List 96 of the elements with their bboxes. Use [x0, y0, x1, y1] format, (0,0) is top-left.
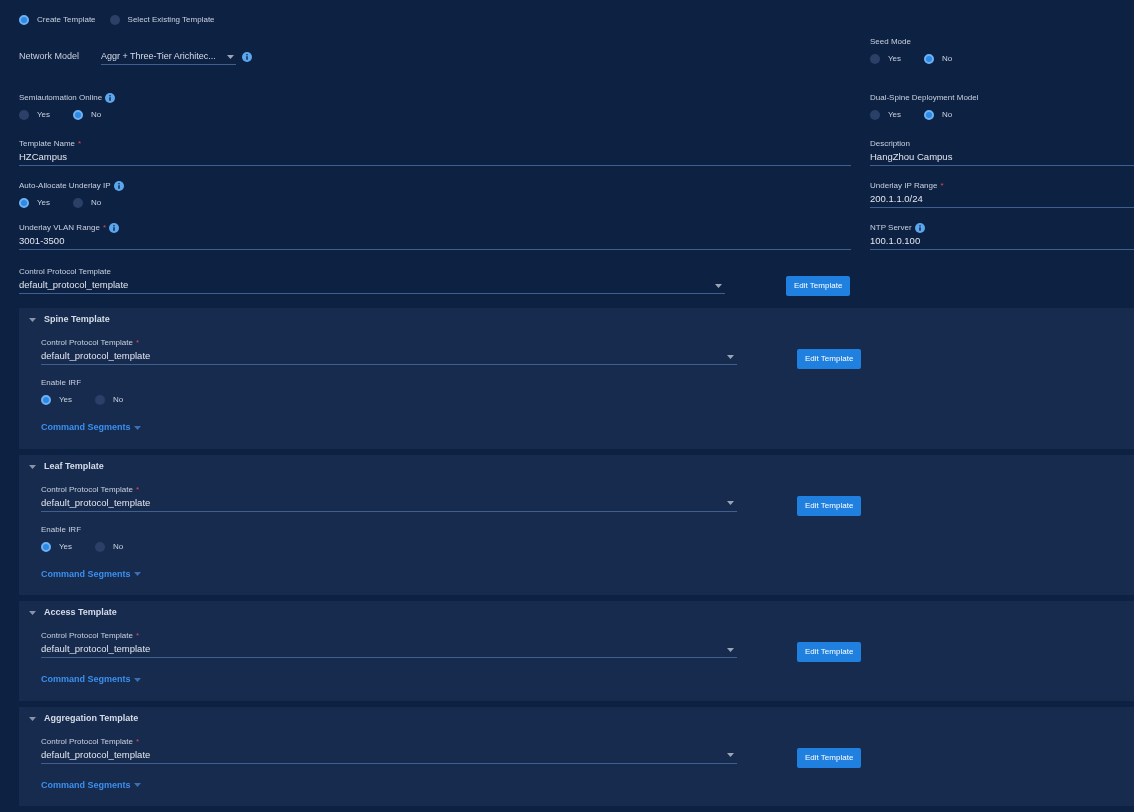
caret-icon — [133, 677, 141, 682]
required-mark: * — [102, 222, 107, 234]
radio-label: Yes — [59, 394, 73, 406]
text-field[interactable]: 100.1.0.100 — [870, 234, 1134, 250]
required-mark: * — [78, 138, 82, 150]
edit-template-button[interactable]: Edit Template — [797, 349, 862, 369]
field-label: Network Model — [19, 50, 81, 64]
dropdown-field[interactable]: default_protocol_template — [41, 747, 737, 764]
radio-label: No — [91, 197, 102, 209]
dropdown-value: Aggr + Three-Tier Arichitec... — [101, 49, 216, 63]
field-label: Control Protocol Template — [19, 266, 111, 278]
dropdown-value: default_protocol_template — [41, 642, 151, 657]
edit-template-button[interactable]: Edit Template — [797, 495, 862, 516]
caret-icon — [727, 501, 734, 505]
caret-icon[interactable] — [29, 611, 36, 615]
field-label: NTP Server — [870, 222, 912, 234]
radio-button[interactable] — [73, 198, 83, 208]
text-field[interactable]: 3001-3500 — [19, 234, 851, 250]
caret-icon — [133, 783, 141, 788]
required-mark: * — [135, 735, 140, 748]
radio-label: Yes — [888, 53, 902, 65]
dropdown-value: default_protocol_template — [41, 747, 151, 762]
section-title[interactable]: Access Template — [44, 606, 117, 620]
radio-button[interactable] — [19, 110, 29, 120]
caret-icon — [727, 354, 734, 359]
command-segments-link[interactable]: Command Segments — [41, 421, 141, 435]
required-mark: * — [940, 180, 944, 192]
caret-icon — [133, 572, 141, 577]
section-title[interactable]: Aggregation Template — [44, 711, 139, 726]
radio-button[interactable] — [19, 15, 29, 25]
field-label: Enable IRF — [41, 523, 82, 536]
field-label: Template Name — [19, 138, 76, 150]
section-title[interactable]: Spine Template — [44, 313, 110, 327]
radio-button[interactable] — [924, 54, 934, 64]
dropdown-value: default_protocol_template — [41, 495, 151, 510]
text-field[interactable]: HZCampus — [19, 150, 851, 166]
radio-label: No — [91, 109, 102, 121]
radio-label: Yes — [888, 109, 902, 121]
dropdown-value: default_protocol_template — [41, 349, 151, 364]
radio-button[interactable] — [95, 541, 105, 552]
command-segments-link[interactable]: Command Segments — [41, 567, 141, 581]
radio-label: No — [942, 53, 953, 65]
dropdown-field[interactable]: default_protocol_template — [41, 349, 737, 365]
required-mark: * — [135, 630, 140, 642]
command-segments-link[interactable]: Command Segments — [41, 673, 141, 687]
dropdown-field[interactable]: default_protocol_template — [41, 642, 737, 658]
radio-label: Yes — [59, 540, 73, 553]
radio-button[interactable] — [41, 395, 51, 405]
radio-label: No — [942, 109, 953, 121]
field-label: Semiautomation Online — [19, 92, 103, 104]
radio-button[interactable] — [73, 110, 83, 120]
caret-icon[interactable] — [29, 464, 36, 469]
dropdown-field[interactable]: default_protocol_template — [19, 278, 725, 294]
radio-button[interactable] — [95, 395, 105, 405]
dropdown-value: default_protocol_template — [19, 278, 129, 293]
caret-icon — [727, 647, 734, 652]
radio-button[interactable] — [870, 110, 880, 120]
field-label: Description — [870, 138, 910, 150]
radio-button[interactable] — [19, 198, 29, 208]
required-mark: * — [135, 337, 140, 349]
radio-label: Select Existing Template — [127, 14, 215, 26]
field-label: Dual-Spine Deployment Model — [870, 92, 979, 104]
text-field[interactable]: 200.1.1.0/24 — [870, 192, 1134, 208]
caret-icon — [727, 753, 734, 757]
field-label: Underlay IP Range — [870, 180, 938, 192]
field-label: Enable IRF — [41, 377, 82, 389]
radio-button[interactable] — [109, 15, 120, 25]
caret-icon — [227, 54, 234, 59]
field-label: Control Protocol Template — [41, 483, 133, 496]
field-label: Control Protocol Template — [41, 735, 133, 748]
required-mark: * — [135, 483, 140, 496]
section-title[interactable]: Leaf Template — [44, 459, 104, 474]
edit-template-button[interactable]: Edit Template — [786, 276, 851, 296]
radio-label: No — [113, 394, 124, 406]
edit-template-button[interactable]: Edit Template — [797, 747, 862, 768]
command-segments-link[interactable]: Command Segments — [41, 778, 141, 792]
text-field[interactable]: HangZhou Campus — [870, 150, 1134, 166]
caret-icon — [715, 283, 722, 288]
radio-label: Create Template — [37, 14, 96, 26]
radio-button[interactable] — [924, 110, 934, 120]
caret-icon — [133, 425, 141, 430]
radio-button[interactable] — [870, 54, 880, 64]
caret-icon[interactable] — [29, 318, 36, 322]
field-label: Seed Mode — [870, 36, 911, 48]
radio-label: No — [113, 540, 124, 553]
field-label: Underlay VLAN Range — [19, 222, 100, 234]
radio-button[interactable] — [41, 541, 51, 552]
radio-label: Yes — [37, 109, 51, 121]
field-label: Control Protocol Template — [41, 630, 133, 642]
field-label: Auto-Allocate Underlay IP — [19, 180, 111, 192]
dropdown-field[interactable]: default_protocol_template — [41, 495, 737, 512]
radio-label: Yes — [37, 197, 51, 209]
field-label: Control Protocol Template — [41, 337, 133, 349]
caret-icon[interactable] — [29, 716, 36, 721]
network-model-dropdown[interactable]: Aggr + Three-Tier Arichitec... — [101, 49, 236, 65]
edit-template-button[interactable]: Edit Template — [797, 642, 862, 662]
